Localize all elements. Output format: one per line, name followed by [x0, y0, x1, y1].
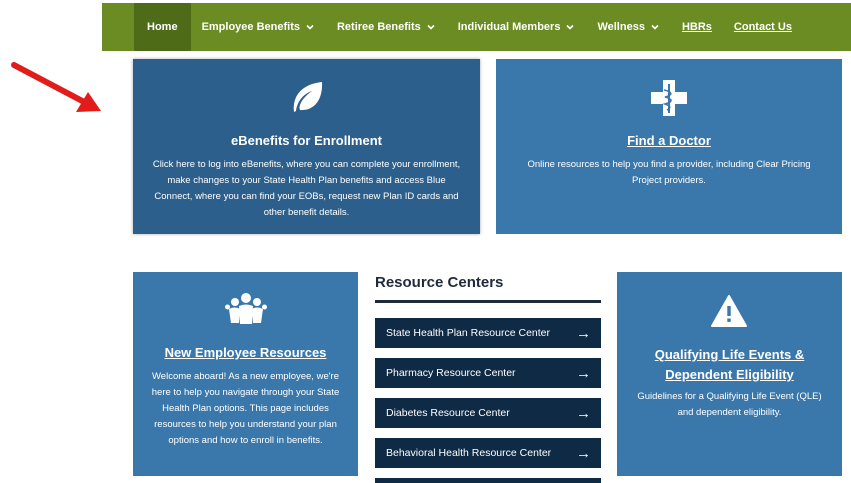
resource-center-label: Diabetes Resource Center	[386, 407, 510, 419]
qle-card[interactable]: Qualifying Life Events & Dependent Eligi…	[617, 272, 842, 476]
find-doctor-description: Online resources to help you find a prov…	[527, 159, 811, 186]
top-navigation: Home Employee Benefits Retiree Benefits …	[102, 3, 851, 51]
resource-center-label: State Health Plan Resource Center	[386, 327, 551, 339]
chevron-down-icon	[650, 22, 660, 32]
ebenefits-title: eBenefits for Enrollment	[231, 133, 382, 148]
nav-employee-benefits[interactable]: Employee Benefits	[191, 3, 326, 51]
nav-individual-members-label: Individual Members	[457, 21, 561, 33]
nav-home[interactable]: Home	[134, 3, 191, 51]
nav-employee-benefits-label: Employee Benefits	[201, 21, 300, 33]
pharmacy-resource-center-button[interactable]: Pharmacy Resource Center →	[375, 358, 601, 388]
find-doctor-card[interactable]: Find a Doctor Online resources to help y…	[496, 59, 842, 234]
nav-contact-us[interactable]: Contact Us	[723, 3, 803, 51]
nav-contact-us-label: Contact Us	[733, 21, 792, 33]
arrow-right-icon: →	[576, 444, 591, 462]
nav-individual-members[interactable]: Individual Members	[447, 3, 587, 51]
people-group-icon	[225, 293, 267, 324]
resource-centers-divider	[375, 300, 601, 303]
resource-centers-title: Resource Centers	[375, 274, 504, 291]
qle-title: Qualifying Life Events & Dependent Eligi…	[654, 347, 805, 382]
nav-wellness-label: Wellness	[597, 21, 645, 33]
chevron-down-icon	[565, 22, 575, 32]
medical-cross-icon	[651, 80, 687, 116]
new-employee-description: Welcome aboard! As a new employee, we're…	[151, 371, 340, 446]
qle-description: Guidelines for a Qualifying Life Event (…	[637, 391, 822, 418]
arrow-right-icon: →	[576, 364, 591, 382]
behavioral-health-resource-center-button[interactable]: Behavioral Health Resource Center →	[375, 438, 601, 468]
new-employee-card[interactable]: New Employee Resources Welcome aboard! A…	[133, 272, 358, 476]
nav-home-label: Home	[147, 21, 178, 33]
ebenefits-card[interactable]: eBenefits for Enrollment Click here to l…	[133, 59, 480, 234]
ebenefits-description: Click here to log into eBenefits, where …	[152, 159, 461, 218]
nav-hbrs-label: HBRs	[681, 21, 712, 33]
arrow-right-icon: →	[576, 404, 591, 422]
chevron-down-icon	[305, 22, 315, 32]
leaf-icon	[293, 82, 323, 112]
chevron-down-icon	[426, 22, 436, 32]
nav-hbrs[interactable]: HBRs	[671, 3, 723, 51]
next-resource-center-button[interactable]	[375, 478, 601, 483]
warning-icon	[711, 295, 747, 327]
arrow-right-icon: →	[576, 324, 591, 342]
nav-wellness[interactable]: Wellness	[586, 3, 671, 51]
state-health-plan-resource-center-button[interactable]: State Health Plan Resource Center →	[375, 318, 601, 348]
find-doctor-title: Find a Doctor	[627, 133, 711, 148]
red-arrow-icon	[11, 62, 101, 112]
nav-retiree-benefits[interactable]: Retiree Benefits	[326, 3, 447, 51]
resource-center-label: Behavioral Health Resource Center	[386, 447, 552, 459]
new-employee-title: New Employee Resources	[164, 345, 327, 360]
resource-center-label: Pharmacy Resource Center	[386, 367, 516, 379]
diabetes-resource-center-button[interactable]: Diabetes Resource Center →	[375, 398, 601, 428]
nav-retiree-benefits-label: Retiree Benefits	[336, 21, 421, 33]
